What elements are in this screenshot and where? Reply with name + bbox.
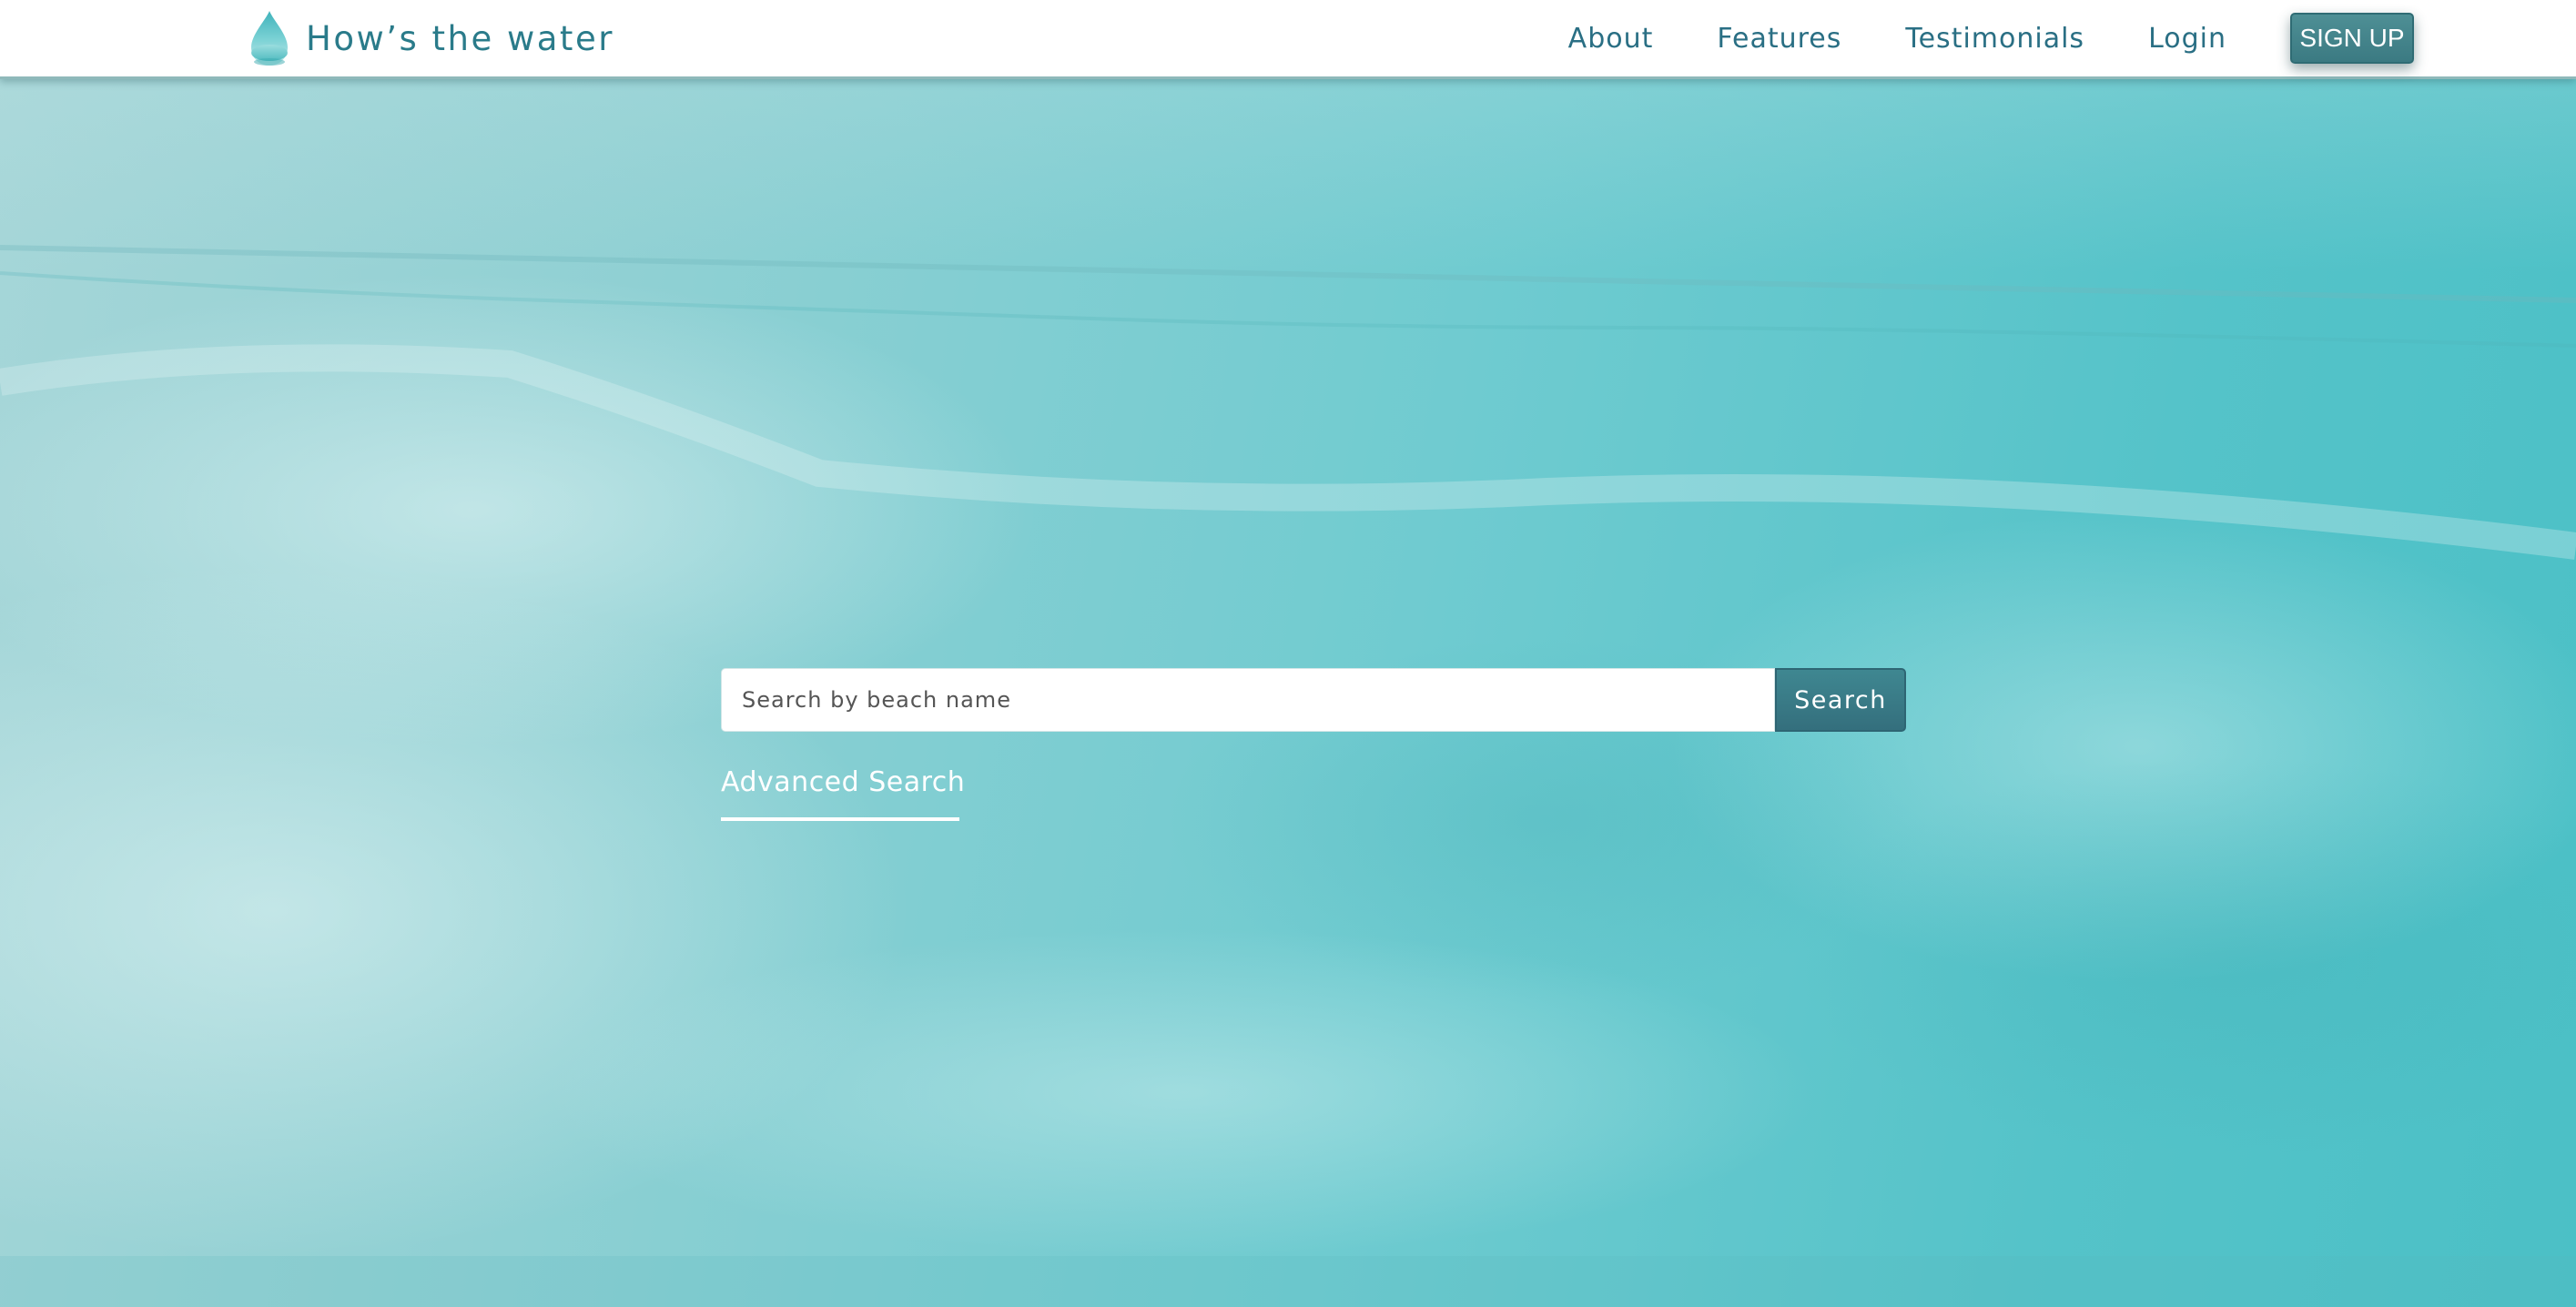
beach-search-form: Search [721, 668, 1906, 732]
nav-link-login[interactable]: Login [2148, 23, 2226, 55]
brand-name: How’s the water [306, 18, 614, 58]
beach-search-input[interactable] [721, 668, 1775, 732]
landing-page: How’s the water About Features Testimoni… [0, 0, 2576, 1307]
brand-logo[interactable]: How’s the water [244, 9, 614, 67]
search-button[interactable]: Search [1775, 668, 1906, 732]
top-navbar: How’s the water About Features Testimoni… [0, 0, 2576, 79]
nav-menu: About Features Testimonials Login SIGN U… [1568, 0, 2576, 76]
water-drop-icon [251, 11, 288, 66]
ocean-background-image [0, 0, 2576, 1307]
nav-link-features[interactable]: Features [1717, 23, 1841, 55]
nav-link-testimonials[interactable]: Testimonials [1905, 23, 2084, 55]
nav-link-about[interactable]: About [1568, 23, 1654, 55]
signup-button[interactable]: SIGN UP [2290, 13, 2414, 64]
advanced-search-link[interactable]: Advanced Search [721, 766, 965, 821]
